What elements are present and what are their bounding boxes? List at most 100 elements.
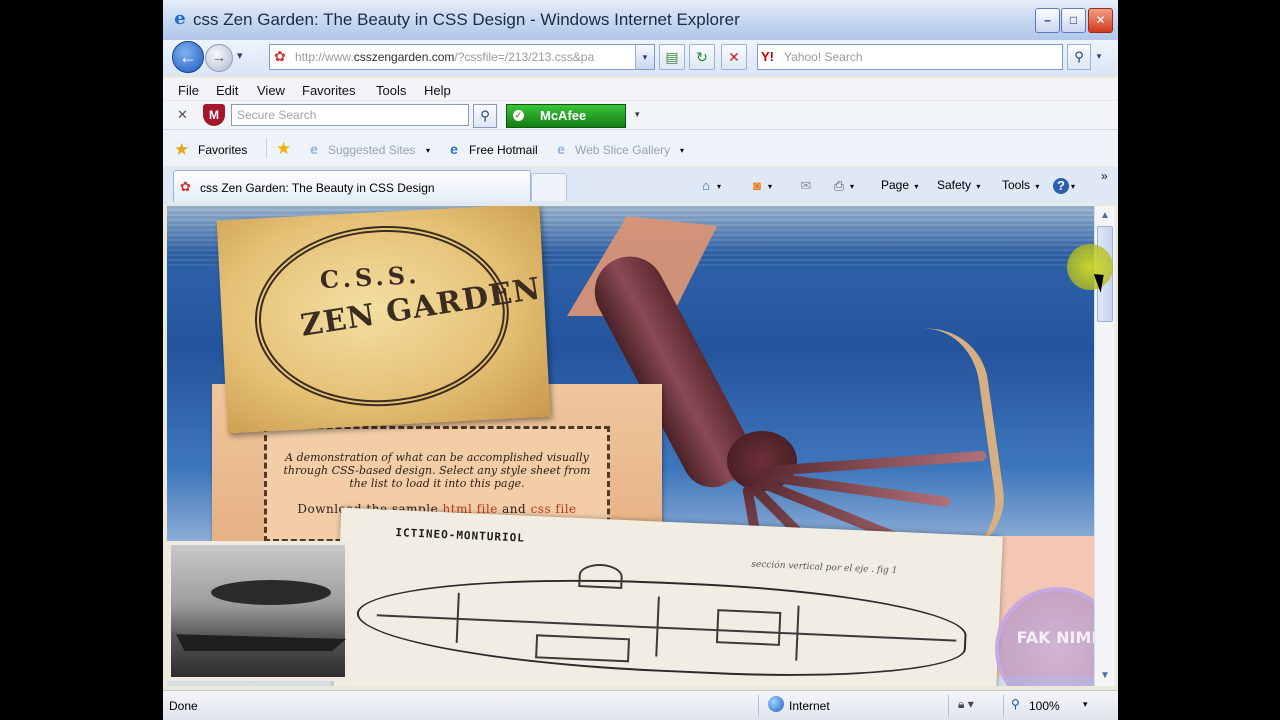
print-dropdown[interactable]: ▾ <box>850 182 854 191</box>
favorites-star-icon: ★ <box>174 140 190 159</box>
scroll-up-button[interactable]: ▲ <box>1097 208 1113 224</box>
search-input[interactable]: Y! Yahoo! Search <box>757 44 1063 70</box>
home-icon: ⌂ <box>702 177 710 193</box>
home-button[interactable]: ⌂ ▾ <box>697 175 721 195</box>
favorites-bar: ★ Favorites ★ e Suggested Sites ▾ e Free… <box>163 130 1118 166</box>
page-menu-label: Page <box>881 178 910 192</box>
address-url[interactable]: http://www.csszengarden.com/?cssfile=/21… <box>295 50 627 64</box>
minimize-button[interactable]: – <box>1035 8 1060 33</box>
zoom-dropdown[interactable]: ▾ <box>1083 699 1088 710</box>
history-dropdown-icon[interactable]: ▾ <box>237 49 243 62</box>
tab-css-zen-garden[interactable]: ✿ css Zen Garden: The Beauty in CSS Desi… <box>173 170 531 202</box>
intro-text: A demonstration of what can be accomplis… <box>283 451 591 490</box>
fav-link-web-slice-gallery[interactable]: Web Slice Gallery <box>575 143 670 157</box>
mcafee-label: McAfee <box>540 108 587 123</box>
feeds-dropdown[interactable]: ▾ <box>768 182 772 191</box>
ie-page-icon: e <box>450 141 458 157</box>
css-file-link[interactable]: css file <box>531 502 577 516</box>
page-viewport: A demonstration of what can be accomplis… <box>167 206 1094 686</box>
secure-search-input[interactable]: Secure Search <box>231 104 469 126</box>
menu-file[interactable]: File <box>178 83 199 98</box>
status-text: Done <box>169 699 198 713</box>
menu-help[interactable]: Help <box>424 83 451 98</box>
menu-favorites[interactable]: Favorites <box>302 83 355 98</box>
more-commands-chevron-icon[interactable]: » <box>1101 169 1108 183</box>
rss-icon: ◙ <box>753 177 761 193</box>
print-icon: ⎙ <box>833 177 845 193</box>
tools-dropdown: ▾ <box>1035 182 1040 191</box>
help-dropdown[interactable]: ▾ <box>1071 182 1075 191</box>
mail-icon: ✉ <box>800 177 812 193</box>
close-button[interactable]: ✕ <box>1088 8 1113 33</box>
tab-bar: ✿ css Zen Garden: The Beauty in CSS Desi… <box>163 167 1118 205</box>
address-bar[interactable]: ✿ http://www.csszengarden.com/?cssfile=/… <box>269 44 655 70</box>
print-button[interactable]: ⎙ ▾ <box>830 175 854 195</box>
refresh-button[interactable]: ↻ <box>689 44 715 70</box>
favorites-button[interactable]: Favorites <box>198 143 247 157</box>
squid-arm-image <box>891 320 1012 562</box>
ie-page-icon: e <box>310 141 318 157</box>
web-slice-dropdown[interactable]: ▾ <box>680 146 684 155</box>
mcafee-dropdown[interactable]: ▾ <box>635 109 640 120</box>
search-button[interactable]: ⚲ <box>1067 44 1091 70</box>
internet-zone-icon <box>768 696 784 712</box>
help-icon: ? <box>1053 177 1069 194</box>
check-icon: ✓ <box>513 110 524 121</box>
logo-css-text: C.S.S. <box>319 260 422 295</box>
status-bar: Done Internet 🔒︎ ▾ ⚲ 100% ▾ <box>163 690 1118 720</box>
blueprint-machinery <box>715 609 782 646</box>
suggested-sites-dropdown[interactable]: ▾ <box>426 146 430 155</box>
divider <box>948 695 949 717</box>
compatibility-view-button[interactable]: ▤ <box>659 44 685 70</box>
feeds-button[interactable]: ◙ ▾ <box>748 175 772 195</box>
divider <box>266 138 267 158</box>
search-options-dropdown[interactable]: ▾ <box>1092 44 1106 68</box>
menu-tools[interactable]: Tools <box>376 83 406 98</box>
address-toolbar: ← → ▾ ✿ http://www.csszengarden.com/?css… <box>163 40 1118 76</box>
add-to-favorites-icon[interactable]: ★ <box>276 139 291 159</box>
safety-menu-button[interactable]: Safety ▾ <box>937 175 980 195</box>
yahoo-icon: Y! <box>761 49 774 64</box>
menu-view[interactable]: View <box>257 83 285 98</box>
smoke-image <box>211 580 331 605</box>
back-button[interactable]: ← <box>172 41 204 73</box>
tab-label: css Zen Garden: The Beauty in CSS Design <box>200 181 435 195</box>
security-toolbar: ✕ M Secure Search ⚲ ✓ McAfee ▾ <box>163 101 1118 130</box>
submarine-blueprint-image: ICTINEO-MONTURIOL sección vertical por e… <box>333 507 1003 686</box>
fav-link-suggested-sites[interactable]: Suggested Sites <box>328 143 415 157</box>
menu-edit[interactable]: Edit <box>216 83 238 98</box>
security-zone[interactable]: Internet <box>789 699 830 713</box>
maximize-button[interactable]: □ <box>1061 8 1086 33</box>
window-title: css Zen Garden: The Beauty in CSS Design… <box>193 10 740 29</box>
blueprint-turret <box>578 563 624 589</box>
stop-button[interactable]: ✕ <box>721 44 747 70</box>
home-dropdown[interactable]: ▾ <box>717 182 721 191</box>
blueprint-machinery <box>535 634 631 663</box>
tools-menu-button[interactable]: Tools ▾ <box>1002 175 1039 195</box>
zoom-level[interactable]: 100% <box>1029 699 1060 713</box>
address-dropdown-button[interactable]: ▾ <box>635 45 654 69</box>
blueprint-title: ICTINEO-MONTURIOL <box>395 526 526 545</box>
safety-menu-label: Safety <box>937 178 972 192</box>
search-placeholder: Yahoo! Search <box>784 50 863 64</box>
browser-window: e css Zen Garden: The Beauty in CSS Desi… <box>163 0 1118 720</box>
new-tab-button[interactable] <box>531 173 567 201</box>
site-favicon-icon: ✿ <box>274 48 286 64</box>
tools-menu-label: Tools <box>1002 178 1031 192</box>
protected-mode-icon[interactable]: 🔒︎ ▾ <box>958 697 974 712</box>
site-favicon-icon: ✿ <box>180 179 191 194</box>
fav-link-free-hotmail[interactable]: Free Hotmail <box>469 143 538 157</box>
zoom-icon: ⚲ <box>1011 697 1020 711</box>
close-toolbar-icon[interactable]: ✕ <box>177 107 188 123</box>
shield-icon: M <box>203 104 225 126</box>
forward-button[interactable]: → <box>205 44 233 72</box>
secure-search-button[interactable]: ⚲ <box>473 104 497 128</box>
read-mail-button[interactable]: ✉ <box>797 175 815 195</box>
page-menu-button[interactable]: Page ▾ <box>881 175 918 195</box>
ie-logo-icon: e <box>174 8 186 29</box>
scroll-down-button[interactable]: ▼ <box>1097 668 1113 684</box>
zen-garden-logo: C.S.S. ZEN GARDEN <box>216 206 551 434</box>
mcafee-button[interactable]: ✓ McAfee <box>506 104 626 128</box>
help-button[interactable]: ? ▾ <box>1053 175 1075 195</box>
secure-search-placeholder: Secure Search <box>237 108 317 122</box>
